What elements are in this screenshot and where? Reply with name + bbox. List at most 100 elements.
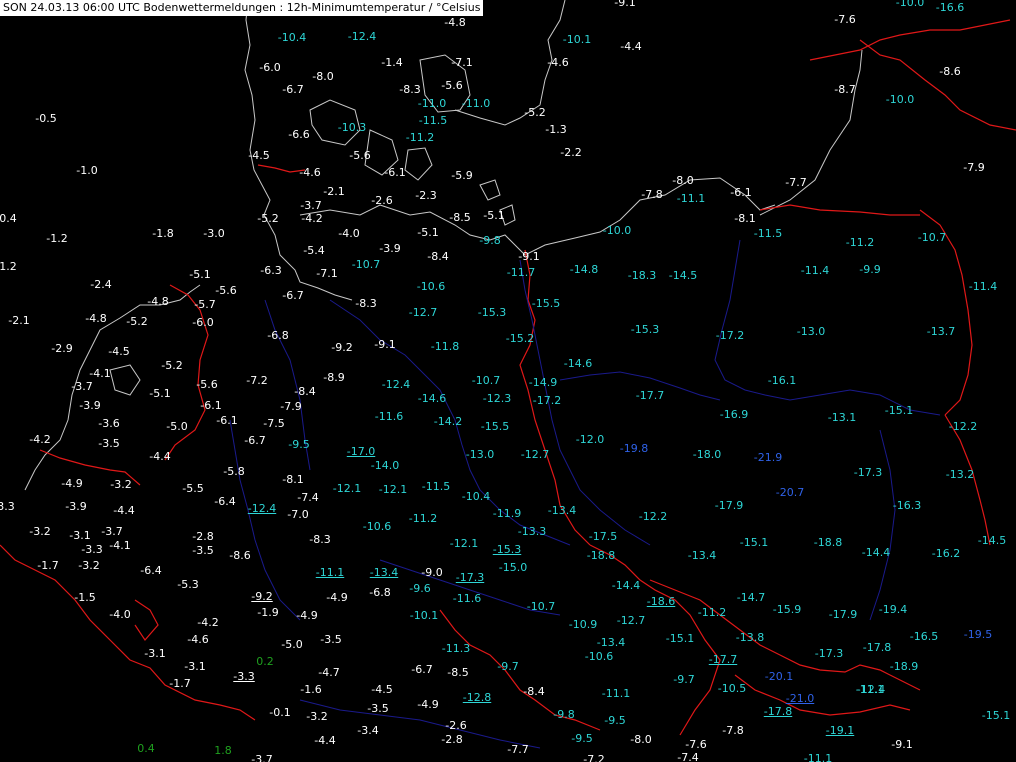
station-value: -10.4: [461, 490, 491, 503]
station-value: -12.4: [247, 502, 277, 515]
station-value: -15.1: [665, 632, 695, 645]
station-value: -16.6: [935, 1, 965, 14]
station-value: -2.3: [415, 189, 437, 202]
station-value: -8.6: [229, 549, 251, 562]
station-value: -11.7: [506, 266, 536, 279]
station-value: -8.5: [447, 666, 469, 679]
station-value: -11.1: [676, 192, 706, 205]
station-value: -14.8: [569, 263, 599, 276]
station-value: -13.4: [687, 549, 717, 562]
station-value: -8.4: [294, 385, 316, 398]
station-value: -12.4: [347, 30, 377, 43]
station-value: -13.4: [369, 566, 399, 579]
station-value: -4.2: [29, 433, 51, 446]
station-value: -9.7: [673, 673, 695, 686]
station-value: -13.8: [735, 631, 765, 644]
station-value: -19.8: [619, 442, 649, 455]
station-value: -2.2: [560, 146, 582, 159]
station-value: -10.1: [562, 33, 592, 46]
coastline-east: [759, 49, 863, 216]
station-value: 0.4: [137, 742, 155, 755]
station-value: -8.0: [630, 733, 652, 746]
station-value: -20.1: [764, 670, 794, 683]
station-value: -11.9: [492, 507, 522, 520]
station-value: -13.2: [945, 468, 975, 481]
station-value: -1.9: [257, 606, 279, 619]
station-value: -4.9: [326, 591, 348, 604]
station-value: -9.8: [553, 708, 575, 721]
station-value: -10.0: [895, 0, 925, 9]
station-value: -19.4: [878, 603, 908, 616]
station-value: -7.4: [677, 751, 699, 762]
station-value: -16.1: [767, 374, 797, 387]
station-value: -15.0: [498, 561, 528, 574]
station-value: -12.2: [638, 510, 668, 523]
station-value: -7.7: [507, 743, 529, 756]
station-value: -4.5: [248, 149, 270, 162]
station-value: -12.1: [332, 482, 362, 495]
station-value: -3.9: [65, 500, 87, 513]
station-value: -7.9: [280, 400, 302, 413]
station-value: -7.5: [263, 417, 285, 430]
station-value: -4.9: [417, 698, 439, 711]
station-value: -3.6: [98, 417, 120, 430]
station-value: -8.0: [672, 174, 694, 187]
station-value: -1.6: [300, 683, 322, 696]
station-value: -14.4: [611, 579, 641, 592]
station-value: -8.5: [449, 211, 471, 224]
station-value: -6.3: [260, 264, 282, 277]
station-value: -5.0: [281, 638, 303, 651]
station-value: -10.0: [885, 93, 915, 106]
station-value: -9.1: [374, 338, 396, 351]
station-value: -13.4: [547, 504, 577, 517]
station-value: -3.9: [379, 242, 401, 255]
station-value: -17.9: [714, 499, 744, 512]
station-value: -16.3: [892, 499, 922, 512]
station-value: -8.7: [834, 83, 856, 96]
station-value: -12.3: [482, 392, 512, 405]
station-value: -9.8: [479, 234, 501, 247]
station-value: -19.5: [963, 628, 993, 641]
station-value: -4.2: [197, 616, 219, 629]
station-value: -14.5: [668, 269, 698, 282]
station-value: -11.2: [408, 512, 438, 525]
station-value: -7.6: [834, 13, 856, 26]
station-value: -12.8: [462, 691, 492, 704]
station-value: -5.6: [196, 378, 218, 391]
station-value: -3.2: [78, 559, 100, 572]
station-value: -13.7: [926, 325, 956, 338]
station-value: -10.7: [526, 600, 556, 613]
station-value: -4.0: [109, 608, 131, 621]
station-value: -6.4: [214, 495, 236, 508]
border-lux: [134, 599, 159, 641]
station-value: -11.5: [421, 480, 451, 493]
station-value: -15.3: [477, 306, 507, 319]
station-value: -5.2: [257, 212, 279, 225]
station-value: -17.9: [828, 608, 858, 621]
station-value: -4.5: [371, 683, 393, 696]
river-bug: [869, 429, 896, 621]
station-value: -5.6: [441, 79, 463, 92]
station-value: -14.9: [528, 376, 558, 389]
station-value: -9.1: [518, 250, 540, 263]
station-value: -10.3: [337, 121, 367, 134]
station-value: -4.4: [620, 40, 642, 53]
station-value: -5.5: [182, 482, 204, 495]
station-value: -3.2: [29, 525, 51, 538]
station-value: -5.2: [161, 359, 183, 372]
station-value: -1.5: [74, 591, 96, 604]
station-value: -4.6: [187, 633, 209, 646]
station-value: -11.4: [968, 280, 998, 293]
station-value: -15.1: [884, 404, 914, 417]
station-value: -10.7: [351, 258, 381, 271]
station-value: -12.1: [449, 537, 479, 550]
station-value: -10.0: [602, 224, 632, 237]
station-value: -1.7: [169, 677, 191, 690]
station-value: -6.7: [282, 289, 304, 302]
station-value: -8.9: [323, 371, 345, 384]
station-value: -15.5: [531, 297, 561, 310]
station-value: -9.5: [604, 714, 626, 727]
station-value: -6.1: [384, 166, 406, 179]
station-value: -20.7: [775, 486, 805, 499]
station-value: -4.5: [108, 345, 130, 358]
